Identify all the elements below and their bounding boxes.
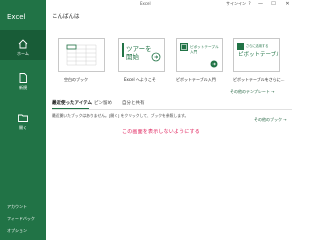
sidebar-item-label: 新規 — [19, 85, 27, 90]
template-label: 空白のブック — [64, 77, 88, 82]
minimize-button[interactable]: — — [256, 0, 265, 8]
more-workbooks-link[interactable]: その他のブック → — [254, 117, 287, 123]
sidebar-item-new[interactable]: 新規 — [0, 64, 46, 94]
template-welcome-tour[interactable]: ツアーを 開始 — [118, 38, 165, 72]
sidebar-item-label: ホーム — [17, 51, 29, 56]
template-label: ピボットテーブル入門 — [176, 77, 216, 82]
tabs-divider — [52, 109, 292, 110]
more-templates-link[interactable]: その他のテンプレート → — [230, 89, 275, 95]
template-label: ピボットテーブルをさらに... — [233, 77, 285, 82]
template-pivot-advanced[interactable]: さらに活用する ピボットテーブル — [233, 38, 282, 72]
template-pivot-intro[interactable]: ピボットテーブル 入門 — [176, 38, 223, 72]
empty-recent-message: 最近開いたブックはありません。[開く] をクリックして、ブックを参照します。 — [52, 113, 189, 118]
pivot-thumbnail: ピボットテーブル 入門 — [180, 43, 219, 68]
sidebar-item-feedback[interactable]: フィードバック — [7, 216, 35, 222]
close-button[interactable]: ✕ — [283, 0, 292, 8]
maximize-button[interactable]: ☐ — [269, 0, 278, 8]
pivot-advanced-thumbnail: さらに活用する ピボットテーブル — [237, 43, 282, 58]
svg-text:開始: 開始 — [126, 52, 140, 61]
template-label: Excel へようこそ — [124, 77, 156, 82]
template-blank-workbook[interactable] — [58, 38, 105, 72]
svg-text:入門: 入門 — [190, 49, 198, 54]
signin-link[interactable]: サインイン — [226, 1, 246, 7]
sidebar-item-open[interactable]: 開く — [0, 104, 46, 134]
svg-text:ピボットテーブル: ピボットテーブル — [238, 50, 279, 58]
sidebar-item-home[interactable]: ホーム — [0, 30, 46, 60]
svg-text:ピボットテーブル: ピボットテーブル — [190, 44, 219, 49]
help-button[interactable]: ? — [245, 0, 254, 8]
greeting-heading: こんばんは — [52, 14, 80, 20]
blank-grid-thumbnail — [66, 44, 97, 66]
annotation-text: この画面を表示しないようにする — [122, 129, 200, 135]
sidebar-item-options[interactable]: オプション — [7, 228, 27, 234]
app-name: Excel — [7, 13, 26, 21]
tab-recent[interactable]: 最近使ったアイテム — [52, 100, 92, 106]
sidebar-item-label: 開く — [19, 125, 27, 130]
sidebar-item-account[interactable]: アカウント — [7, 204, 27, 210]
tab-shared[interactable]: 自分と共有 — [122, 100, 145, 106]
window-title: Excel — [140, 1, 151, 6]
svg-text:ツアーを: ツアーを — [126, 45, 152, 53]
tour-thumbnail: ツアーを 開始 — [119, 39, 164, 71]
backstage-sidebar: Excel ホーム 新規 開く アカウント フィードバック オプション — [0, 0, 46, 240]
tab-pinned[interactable]: ピン留め — [94, 100, 112, 106]
svg-text:さらに活用する: さらに活用する — [246, 43, 268, 48]
